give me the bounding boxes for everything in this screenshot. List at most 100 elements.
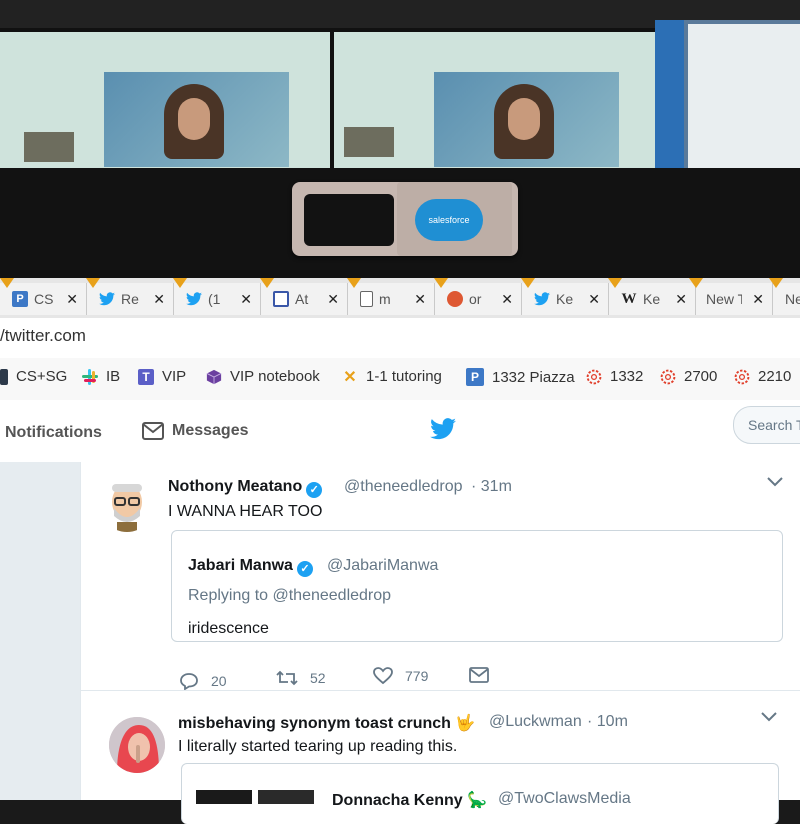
reply-icon [180,673,198,690]
tab-close-icon[interactable]: ✕ [66,291,78,308]
url-text[interactable]: /twitter.com [0,326,86,346]
tweet-author-handle[interactable]: @Luckwman [489,713,582,731]
webcam-cover: salesforce [292,182,518,256]
app-icon [273,291,289,307]
bookmark-1332[interactable]: 1332 [586,368,643,385]
like-button[interactable]: 779 [373,667,428,685]
tab-marker [769,278,783,288]
slack-icon [82,368,98,385]
quoted-tweet-text: iridescence [188,620,269,637]
tab-close-icon[interactable]: ✕ [153,291,165,308]
twitter-top-nav: Notifications Messages Search T [0,400,800,463]
chevron-down-icon[interactable] [761,709,777,725]
quoted-author-name: Jabari Manwa ✓ [188,557,313,577]
piazza-icon: P [466,368,484,386]
tab-close-icon[interactable]: ✕ [752,291,764,308]
bookmark-ib[interactable]: IB [82,368,120,385]
bookmark-1332-piazza[interactable]: P 1332 Piazza [466,368,575,386]
retweet-icon [276,670,298,686]
reply-button[interactable]: 20 [179,672,227,690]
tweet-author-name[interactable]: misbehaving synonym toast crunch 🤟 [178,713,475,733]
tweet[interactable]: Nothony Meatano ✓ @theneedledrop · 31m I … [81,462,800,691]
tab-marker [608,278,622,288]
salesforce-logo-text: salesforce [428,215,470,225]
twitter-icon [534,291,550,307]
address-bar[interactable]: /twitter.com [0,318,800,359]
tweet[interactable]: misbehaving synonym toast crunch 🤟 @Luck… [81,690,800,824]
tab-close-icon[interactable]: ✕ [327,291,339,308]
quoted-tweet[interactable]: Donnacha Kenny 🦕 @TwoClawsMedia [181,763,779,824]
bookmark-2700[interactable]: 2700 [660,368,717,385]
avatar[interactable] [99,476,155,532]
tab-close-icon[interactable]: ✕ [675,291,687,308]
tweet-timestamp[interactable]: · 10m [587,713,628,731]
monitor-left [0,28,338,175]
bookmark-2210[interactable]: 2210 [734,368,791,385]
browser-tab[interactable]: (1 ✕ [174,283,261,315]
direct-message-button[interactable] [469,667,501,683]
tab-close-icon[interactable]: ✕ [240,291,252,308]
verified-badge-icon: ✓ [306,482,323,498]
nav-notifications[interactable]: Notifications [5,424,102,442]
nav-messages[interactable]: Messages [142,422,249,440]
browser-tab[interactable]: m ✕ [348,283,435,315]
bookmark-cs-sg[interactable]: CS+SG [0,368,67,385]
quoted-author-name: Donnacha Kenny 🦕 [332,792,488,809]
quoted-media-thumbnail [258,790,314,804]
wikipedia-icon: W [621,290,637,307]
tab-marker [260,278,274,288]
mail-icon [142,422,164,440]
tab-marker [434,278,448,288]
browser-tab[interactable]: or ✕ [435,283,522,315]
browser-tab[interactable]: New T ✕ [696,283,773,315]
tab-marker [86,278,100,288]
tab-marker [173,278,187,288]
webcam-opening [304,194,394,246]
tab-close-icon[interactable]: ✕ [501,291,513,308]
twitter-bird-icon[interactable] [430,418,456,445]
canvas-icon [660,369,676,385]
heart-icon [373,667,393,685]
background-monitors [0,0,800,175]
tweet-text: I WANNA HEAR TOO [168,503,323,520]
timeline: Nothony Meatano ✓ @theneedledrop · 31m I … [0,462,800,824]
bookmark-vip-notebook[interactable]: VIP notebook [206,368,320,385]
bookmark-tutoring[interactable]: ✕ 1-1 tutoring [342,368,442,386]
monitor-frame [655,20,685,170]
video-thumbnail [24,132,74,162]
bookmark-vip[interactable]: T VIP [138,368,186,385]
tutoring-icon: ✕ [343,368,357,386]
monitor-middle [330,28,668,175]
quoted-media-thumbnail [196,790,252,804]
browser-tab[interactable]: Re ✕ [87,283,174,315]
document-icon [360,291,373,307]
tab-marker [0,278,14,288]
canvas-icon [586,369,602,385]
chevron-down-icon[interactable] [767,474,783,490]
tab-marker [689,278,703,288]
twitter-icon [186,291,202,307]
quoted-author-handle: @TwoClawsMedia [498,790,631,807]
teams-icon: T [138,368,154,385]
piazza-icon: P [12,291,28,307]
tweet-timestamp[interactable]: · 31m [471,478,512,496]
video-thumbnail [344,127,394,157]
tab-close-icon[interactable]: ✕ [588,291,600,308]
tweet-author-handle[interactable]: @theneedledrop [344,478,463,496]
mail-icon [469,667,489,683]
twitter-icon [99,291,115,307]
quoted-tweet[interactable]: Jabari Manwa ✓ @JabariManwa Replying to @… [171,530,783,642]
search-input[interactable]: Search T [733,406,800,444]
browser-tab[interactable]: Ke ✕ [522,283,609,315]
avatar[interactable] [109,717,165,773]
cube-icon [206,369,222,385]
browser-tab[interactable]: W Ke ✕ [609,283,696,315]
retweet-button[interactable]: 52 [276,669,326,687]
tab-marker [521,278,535,288]
quoted-reply-context: Replying to @theneedledrop [188,587,392,604]
tweet-author-name[interactable]: Nothony Meatano ✓ [168,478,323,498]
browser-tab[interactable]: At ✕ [261,283,348,315]
tab-marker [347,278,361,288]
canvas-icon [734,369,750,385]
tab-close-icon[interactable]: ✕ [414,291,426,308]
